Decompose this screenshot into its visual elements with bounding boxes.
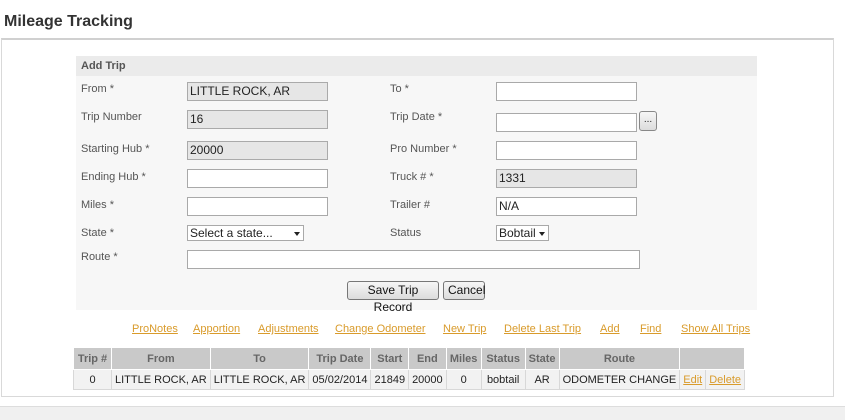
col-status: Status — [480, 347, 526, 370]
form-header-title: Add Trip — [81, 60, 126, 72]
table-row: 0 LITTLE ROCK, AR LITTLE ROCK, AR 05/02/… — [73, 369, 746, 390]
col-to: To — [209, 347, 310, 370]
miles-field[interactable] — [187, 197, 328, 216]
add-trip-form: Add Trip From * LITTLE ROCK, AR To * Tri… — [76, 56, 757, 314]
cell-state: AR — [524, 369, 560, 390]
pro-number-field[interactable] — [496, 141, 637, 160]
col-trip-date: Trip Date — [308, 347, 372, 370]
cell-start: 21849 — [370, 369, 410, 390]
link-delete-last-trip[interactable]: Delete Last Trip — [504, 323, 581, 335]
cell-to: LITTLE ROCK, AR — [209, 369, 310, 390]
edit-link[interactable]: Edit — [683, 374, 702, 386]
status-label: Status — [390, 227, 422, 239]
route-field[interactable] — [187, 250, 640, 269]
to-field[interactable] — [496, 82, 637, 101]
trailer-field[interactable]: N/A — [496, 197, 637, 216]
col-state: State — [524, 347, 560, 370]
trip-number-field[interactable]: 16 — [187, 110, 328, 129]
trips-table: Trip # From To Trip Date Start End Miles… — [73, 347, 746, 390]
cell-date: 05/02/2014 — [308, 369, 372, 390]
cell-from: LITTLE ROCK, AR — [111, 369, 211, 390]
status-select-value: Bobtail — [499, 226, 536, 240]
status-select[interactable]: Bobtail — [496, 225, 549, 241]
chevron-down-icon — [539, 232, 545, 236]
save-trip-button[interactable]: Save Trip Record — [347, 281, 439, 314]
cancel-button[interactable]: Cancel — [443, 281, 485, 300]
from-label: From * — [81, 83, 114, 95]
miles-label: Miles * — [81, 199, 115, 211]
trip-date-label: Trip Date * — [390, 111, 443, 123]
ending-hub-label: Ending Hub * — [81, 171, 146, 183]
page-title: Mileage Tracking — [4, 13, 133, 30]
link-adjustments[interactable]: Adjustments — [258, 323, 319, 335]
cell-delete: Delete — [705, 369, 746, 390]
col-from: From — [111, 347, 211, 370]
from-field[interactable]: LITTLE ROCK, AR — [187, 82, 328, 101]
col-start: Start — [370, 347, 410, 370]
link-apportion[interactable]: Apportion — [193, 323, 240, 335]
col-route: Route — [558, 347, 681, 370]
cell-end: 20000 — [408, 369, 447, 390]
col-end: End — [408, 347, 447, 370]
truck-label: Truck # * — [390, 171, 434, 183]
pro-number-label: Pro Number * — [390, 143, 457, 155]
cell-edit: Edit — [679, 369, 707, 390]
footer-strip — [0, 406, 845, 420]
starting-hub-field[interactable]: 20000 — [187, 141, 328, 160]
route-label: Route * — [81, 251, 118, 263]
link-new-trip[interactable]: New Trip — [443, 323, 486, 335]
state-select[interactable]: Select a state... — [187, 225, 304, 241]
col-miles: Miles — [445, 347, 482, 370]
state-select-value: Select a state... — [190, 226, 273, 240]
state-label: State * — [81, 227, 115, 239]
table-header-row: Trip # From To Trip Date Start End Miles… — [73, 347, 746, 370]
form-header: Add Trip — [76, 56, 757, 76]
starting-hub-label: Starting Hub * — [81, 143, 150, 155]
trip-date-field[interactable] — [496, 113, 637, 132]
cell-miles: 0 — [445, 369, 482, 390]
cell-route: ODOMETER CHANGE — [558, 369, 681, 390]
to-label: To * — [390, 83, 409, 95]
cell-status: bobtail — [480, 369, 526, 390]
cell-trip: 0 — [73, 369, 112, 390]
col-actions — [679, 347, 746, 370]
link-show-all-trips[interactable]: Show All Trips — [681, 323, 750, 335]
action-links: ProNotes Apportion Adjustments Change Od… — [0, 323, 845, 339]
link-add[interactable]: Add — [600, 323, 620, 335]
chevron-down-icon — [294, 232, 300, 236]
link-pronotes[interactable]: ProNotes — [132, 323, 178, 335]
ending-hub-field[interactable] — [187, 169, 328, 188]
link-change-odometer[interactable]: Change Odometer — [335, 323, 426, 335]
truck-field[interactable]: 1331 — [496, 169, 637, 188]
col-trip: Trip # — [73, 347, 112, 370]
delete-link[interactable]: Delete — [709, 374, 741, 386]
trip-number-label: Trip Number — [81, 111, 142, 123]
trailer-label: Trailer # — [390, 199, 430, 211]
link-find[interactable]: Find — [640, 323, 661, 335]
calendar-button[interactable]: ... — [639, 111, 657, 131]
